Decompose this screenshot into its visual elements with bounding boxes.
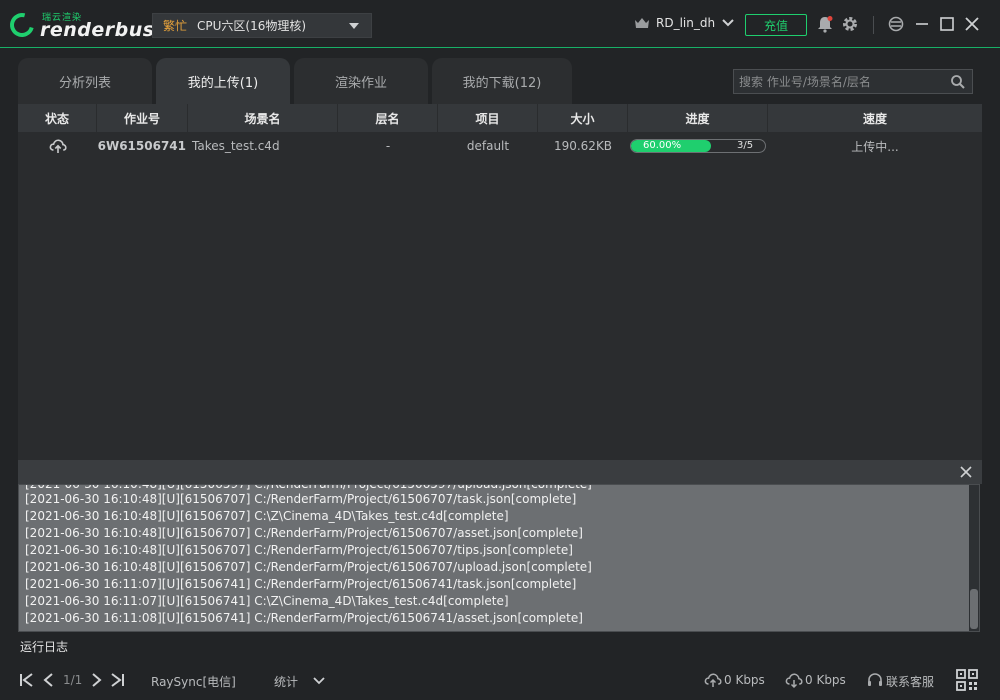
crown-icon	[635, 18, 649, 28]
column-header-job-id[interactable]: 作业号	[97, 104, 188, 132]
transfer-engine-label[interactable]: RaySync[电信]	[151, 673, 236, 690]
log-scrollbar-thumb[interactable]	[970, 589, 978, 629]
logo-ring-icon	[5, 8, 39, 42]
chevron-down-icon	[722, 19, 734, 27]
gear-icon[interactable]	[841, 15, 859, 33]
row-size: 190.62KB	[553, 139, 613, 153]
footer-bar: 1/1 RaySync[电信] 统计 0 Kbps 0 Kbps 联系客服	[0, 660, 1000, 700]
tab-analysis-list[interactable]: 分析列表	[18, 58, 152, 104]
bell-icon[interactable]	[816, 15, 834, 33]
download-speed: 0 Kbps	[805, 673, 846, 687]
recharge-button[interactable]: 充值	[745, 14, 807, 36]
tab-bar: 分析列表 我的上传(1) 渲染作业 我的下载(12) 搜索 作业号/场景名/层名	[18, 58, 982, 104]
log-line: [2021-06-30 16:10:48][U][61506707] C:/Re…	[25, 543, 573, 557]
headset-icon[interactable]	[866, 671, 884, 689]
log-line: [2021-06-30 16:11:08][U][61506741] C:/Re…	[25, 611, 583, 625]
previous-page-icon[interactable]	[40, 671, 58, 689]
log-line: [2021-06-30 16:10:48][U][61506707] C:/Re…	[25, 526, 583, 540]
close-icon[interactable]	[963, 15, 981, 33]
maximize-icon[interactable]	[938, 15, 956, 33]
row-job-id: 6W61506741	[97, 139, 186, 153]
zone-status: 繁忙	[163, 19, 188, 33]
tab-my-uploads[interactable]: 我的上传(1)	[156, 58, 290, 104]
cloud-upload-icon	[704, 673, 722, 687]
row-progress-cell: 60.00% 3/5	[628, 132, 768, 160]
log-line: [2021-06-30 16:10:48][U][61506707] C:/Re…	[25, 560, 592, 574]
row-status-cell	[18, 132, 97, 160]
main-panel: 分析列表 我的上传(1) 渲染作业 我的下载(12) 搜索 作业号/场景名/层名…	[18, 58, 982, 460]
log-header-bar	[18, 460, 982, 484]
log-line: [2021-06-30 16:11:07][U][61506741] C:/Re…	[25, 577, 577, 591]
app-logo: 瑞云渲染 renderbus	[5, 8, 154, 42]
search-placeholder: 搜索 作业号/场景名/层名	[739, 75, 871, 89]
close-icon[interactable]	[958, 464, 974, 480]
log-line: [2021-06-30 16:11:07][U][61506741] C:\Z\…	[25, 594, 509, 608]
user-menu[interactable]: RD_lin_dh	[634, 16, 735, 30]
progress-bar: 60.00% 3/5	[630, 139, 766, 153]
last-page-icon[interactable]	[108, 671, 126, 689]
log-line: [2021-06-30 16:10:48][U][61506707] C:\Z\…	[25, 509, 509, 523]
title-bar: 瑞云渲染 renderbus 繁忙 CPU六区(16物理核) RD_lin_dh…	[0, 0, 1000, 48]
minimize-icon[interactable]	[913, 15, 931, 33]
stats-label[interactable]: 统计	[274, 673, 298, 690]
column-header-status[interactable]: 状态	[18, 104, 97, 132]
qr-code-icon[interactable]	[956, 669, 978, 691]
column-header-scene[interactable]: 场景名	[188, 104, 338, 132]
column-header-size[interactable]: 大小	[538, 104, 628, 132]
column-header-layer[interactable]: 层名	[338, 104, 438, 132]
upload-speed: 0 Kbps	[724, 673, 765, 687]
skin-icon[interactable]	[887, 15, 905, 33]
log-panel[interactable]: [2021-06-30 16:10:48][U][61506597] C:/Re…	[18, 484, 980, 632]
row-scene: Takes_test.c4d	[192, 139, 280, 153]
cloud-download-icon	[785, 673, 803, 689]
logo-text: renderbus	[40, 19, 155, 41]
caret-down-icon	[349, 23, 359, 29]
progress-percent: 60.00%	[643, 140, 682, 151]
column-header-speed[interactable]: 速度	[768, 104, 982, 132]
tab-render-jobs[interactable]: 渲染作业	[294, 58, 428, 104]
cloud-upload-icon	[49, 139, 67, 153]
log-line: [2021-06-30 16:10:48][U][61506707] C:/Re…	[25, 492, 577, 506]
search-icon[interactable]	[950, 74, 966, 90]
toolbar-divider	[873, 16, 874, 34]
tab-my-downloads[interactable]: 我的下载(12)	[432, 58, 572, 104]
zone-name: CPU六区(16物理核)	[197, 19, 307, 33]
progress-count: 3/5	[737, 140, 754, 151]
user-name: RD_lin_dh	[656, 16, 716, 30]
column-header-progress[interactable]: 进度	[628, 104, 768, 132]
search-input[interactable]: 搜索 作业号/场景名/层名	[733, 69, 973, 94]
log-scrollbar[interactable]	[969, 485, 979, 631]
first-page-icon[interactable]	[18, 671, 36, 689]
zone-select[interactable]: 繁忙 CPU六区(16物理核)	[152, 13, 372, 38]
column-header-project[interactable]: 项目	[438, 104, 538, 132]
table-row[interactable]: 6W61506741 Takes_test.c4d - default 190.…	[18, 132, 982, 160]
table-header: 状态 作业号 场景名 层名 项目 大小 进度 速度	[18, 104, 982, 132]
support-label[interactable]: 联系客服	[886, 673, 934, 690]
page-indicator: 1/1	[63, 673, 83, 687]
log-label: 运行日志	[20, 640, 69, 654]
next-page-icon[interactable]	[87, 671, 105, 689]
row-speed: 上传中...	[851, 139, 899, 154]
chevron-down-icon[interactable]	[310, 671, 328, 689]
row-layer: -	[385, 139, 391, 153]
row-project: default	[466, 139, 510, 153]
